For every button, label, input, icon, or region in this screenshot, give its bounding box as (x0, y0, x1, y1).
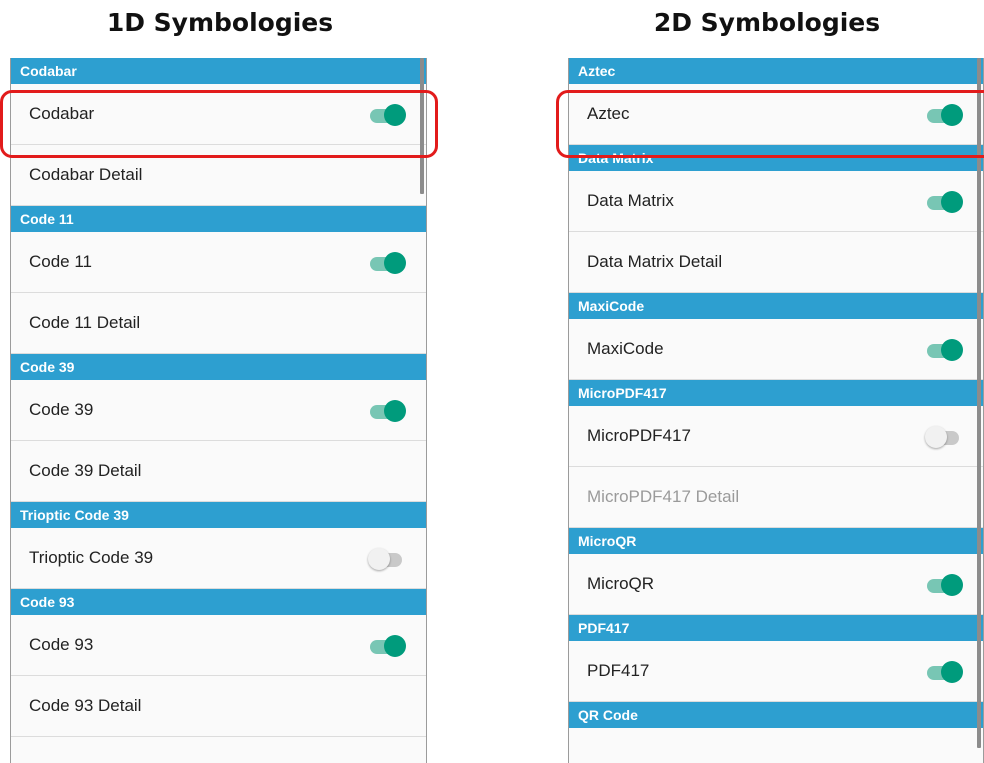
section-header-data-matrix: Data Matrix (569, 145, 983, 171)
toggle-switch-codabar[interactable] (368, 104, 406, 126)
toggle-switch-data-matrix[interactable] (925, 191, 963, 213)
toggle-thumb (384, 400, 406, 422)
setting-item-data-matrix-detail[interactable]: Data Matrix Detail (569, 232, 983, 293)
setting-item-maxicode[interactable]: MaxiCode (569, 319, 983, 380)
toggle-thumb (941, 574, 963, 596)
setting-item-codabar-detail[interactable]: Codabar Detail (11, 145, 426, 206)
setting-item-micropdf417[interactable]: MicroPDF417 (569, 406, 983, 467)
scrollbar[interactable] (420, 58, 424, 194)
setting-label: Code 93 (29, 635, 94, 654)
setting-label: Trioptic Code 39 (29, 548, 154, 567)
setting-label: Codabar (29, 104, 95, 123)
setting-label: Data Matrix Detail (587, 252, 723, 271)
toggle-thumb (384, 635, 406, 657)
section-header-trioptic-code-39: Trioptic Code 39 (11, 502, 426, 528)
toggle-switch-trioptic-code-39[interactable] (368, 548, 404, 570)
setting-item-code-11-detail[interactable]: Code 11 Detail (11, 293, 426, 354)
toggle-switch-aztec[interactable] (925, 104, 963, 126)
scrollbar[interactable] (977, 58, 981, 748)
setting-item-micropdf417-detail[interactable]: MicroPDF417 Detail (569, 467, 983, 528)
section-header-pdf417: PDF417 (569, 615, 983, 641)
toggle-thumb (384, 252, 406, 274)
panel-title-1d: 1D Symbologies (106, 8, 334, 37)
section-header-aztec: Aztec (569, 58, 983, 84)
setting-label: PDF417 (587, 661, 650, 680)
setting-label: MicroQR (587, 574, 655, 593)
setting-label: Code 11 (29, 252, 93, 271)
setting-item-pdf417[interactable]: PDF417 (569, 641, 983, 702)
symbology-list-1d: Codabar Codabar Codabar Detail Code 11 Code … (11, 58, 426, 737)
toggle-thumb (941, 191, 963, 213)
toggle-switch-code-11[interactable] (368, 252, 406, 274)
section-header-code-93: Code 93 (11, 589, 426, 615)
setting-item-code-11[interactable]: Code 11 (11, 232, 426, 293)
setting-item-code-93[interactable]: Code 93 (11, 615, 426, 676)
setting-item-aztec[interactable]: Aztec (569, 84, 983, 145)
toggle-thumb (941, 104, 963, 126)
setting-label: Code 11 Detail (29, 313, 141, 332)
section-header-microqr: MicroQR (569, 528, 983, 554)
section-header-micropdf417: MicroPDF417 (569, 380, 983, 406)
toggle-thumb (925, 426, 947, 448)
setting-label: Codabar Detail (29, 165, 143, 184)
toggle-switch-code-39[interactable] (368, 400, 406, 422)
toggle-thumb (941, 661, 963, 683)
setting-label: Code 93 Detail (29, 696, 142, 715)
section-header-code-11: Code 11 (11, 206, 426, 232)
toggle-switch-micropdf417[interactable] (925, 426, 961, 448)
section-header-codabar: Codabar (11, 58, 426, 84)
setting-label: Aztec (587, 104, 630, 123)
section-header-code-39: Code 39 (11, 354, 426, 380)
setting-item-code-93-detail[interactable]: Code 93 Detail (11, 676, 426, 737)
phone-screen-1d: Codabar Codabar Codabar Detail Code 11 Code … (10, 58, 427, 763)
section-header-qr-code: QR Code (569, 702, 983, 728)
toggle-switch-maxicode[interactable] (925, 339, 963, 361)
setting-item-microqr[interactable]: MicroQR (569, 554, 983, 615)
section-header-maxicode: MaxiCode (569, 293, 983, 319)
setting-item-code-39[interactable]: Code 39 (11, 380, 426, 441)
symbology-list-2d: Aztec Aztec Data Matrix Data Matrix Data Mat… (569, 58, 983, 728)
toggle-thumb (368, 548, 390, 570)
setting-label: MaxiCode (587, 339, 664, 358)
panel-title-2d: 2D Symbologies (653, 8, 881, 37)
setting-label: MicroPDF417 Detail (587, 487, 740, 506)
setting-label: Code 39 (29, 400, 94, 419)
setting-item-trioptic-code-39[interactable]: Trioptic Code 39 (11, 528, 426, 589)
toggle-switch-code-93[interactable] (368, 635, 406, 657)
setting-label: Code 39 Detail (29, 461, 142, 480)
toggle-thumb (941, 339, 963, 361)
toggle-thumb (384, 104, 406, 126)
setting-item-code-39-detail[interactable]: Code 39 Detail (11, 441, 426, 502)
phone-screen-2d: Aztec Aztec Data Matrix Data Matrix Data Mat… (568, 58, 984, 763)
toggle-switch-microqr[interactable] (925, 574, 963, 596)
setting-item-data-matrix[interactable]: Data Matrix (569, 171, 983, 232)
toggle-switch-pdf417[interactable] (925, 661, 963, 683)
setting-label: MicroPDF417 (587, 426, 691, 445)
setting-item-codabar[interactable]: Codabar (11, 84, 426, 145)
setting-label: Data Matrix (587, 191, 674, 210)
